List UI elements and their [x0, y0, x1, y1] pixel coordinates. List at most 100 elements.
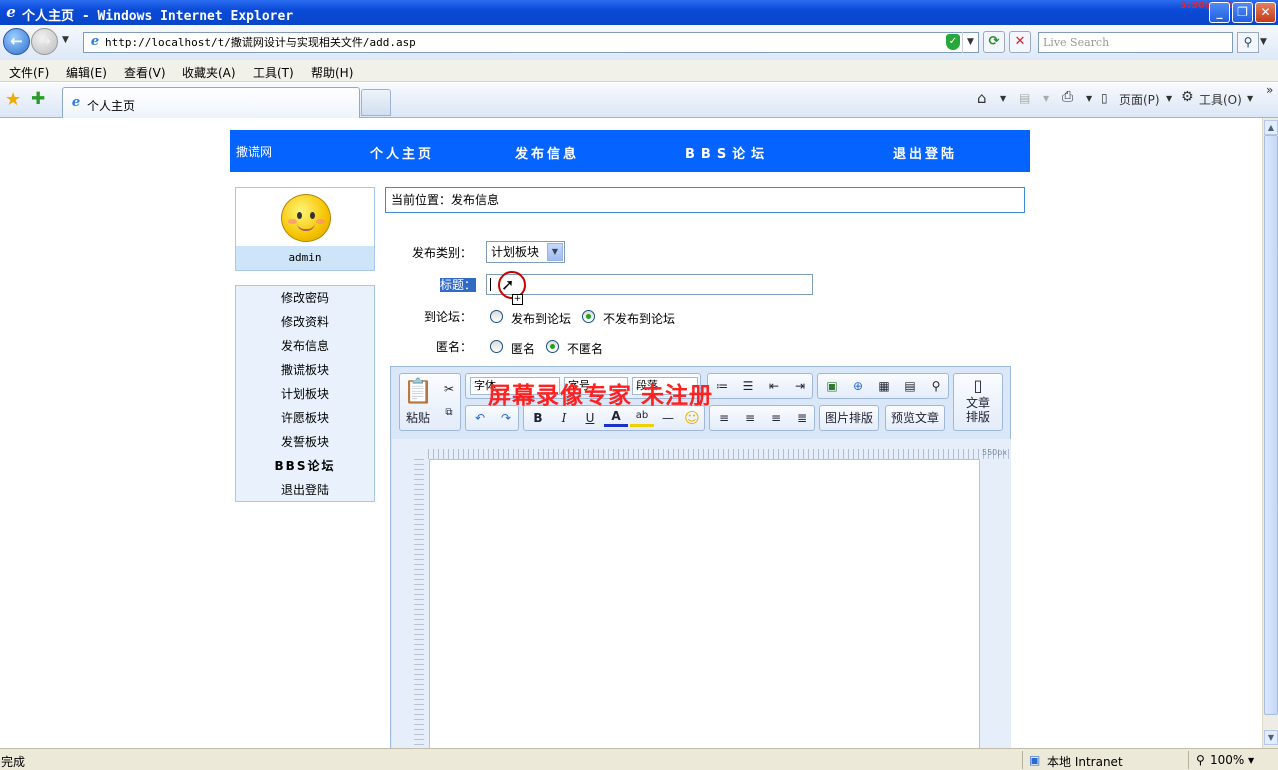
menu-help[interactable]: 帮助(H) — [311, 64, 353, 81]
menu-edit[interactable]: 编辑(E) — [66, 64, 107, 81]
insert-table-icon[interactable]: ▦ — [872, 376, 896, 396]
radio-no-publish-forum[interactable] — [582, 310, 595, 323]
scroll-down-icon[interactable]: ▼ — [1264, 730, 1278, 745]
align-right-icon[interactable]: ≡ — [764, 408, 788, 428]
maximize-button[interactable]: ❐ — [1232, 2, 1253, 23]
horizontal-rule-icon[interactable]: — — [656, 408, 680, 428]
address-toolbar: ← → ▼ e http://localhost/t/撒谎网设计与实现相关文件/… — [0, 25, 1278, 60]
chevron-down-icon: ▼ — [547, 243, 563, 261]
align-left-icon[interactable]: ≡ — [712, 408, 736, 428]
feeds-dropdown[interactable]: ▼ — [1043, 94, 1049, 103]
scroll-thumb[interactable] — [1264, 135, 1278, 715]
paste-button[interactable]: 粘贴 — [403, 408, 433, 428]
refresh-button[interactable]: ⟳ — [983, 31, 1005, 53]
menu-view[interactable]: 查看(V) — [124, 64, 166, 81]
tools-menu-dropdown[interactable]: ▼ — [1247, 94, 1253, 103]
sidebar-item-edit-profile[interactable]: 修改资料 — [236, 313, 374, 330]
zoom-level[interactable]: 100% — [1210, 753, 1244, 767]
address-dropdown[interactable]: ▼ — [962, 32, 978, 53]
page-menu[interactable]: 页面(P) — [1119, 91, 1160, 108]
feeds-icon[interactable]: ▤ — [1019, 91, 1030, 105]
highlight-button[interactable]: ab — [630, 408, 654, 427]
sidebar-item-publish[interactable]: 发布信息 — [236, 337, 374, 354]
sidebar-item-bbs[interactable]: BBS论坛 — [236, 457, 374, 474]
home-dropdown[interactable]: ▼ — [1000, 94, 1006, 103]
sidebar-item-lie-board[interactable]: 撒谎板块 — [236, 361, 374, 378]
menu-file[interactable]: 文件(F) — [9, 64, 49, 81]
tools-menu[interactable]: 工具(O) — [1199, 91, 1242, 108]
sidebar-item-logout[interactable]: 退出登陆 — [236, 481, 374, 498]
forum-label: 到论坛： — [423, 310, 472, 324]
search-icon[interactable]: ⚲ — [1237, 32, 1259, 53]
menu-tools[interactable]: 工具(T) — [253, 64, 294, 81]
sidebar-item-plan-board[interactable]: 计划板块 — [236, 385, 374, 402]
underline-button[interactable]: U — [578, 408, 602, 428]
print-icon[interactable]: ⎙ — [1062, 89, 1073, 105]
undo-icon[interactable]: ↶ — [468, 408, 492, 428]
copy-icon[interactable]: ⧉ — [440, 403, 458, 423]
preview-button[interactable]: 预览文章 — [886, 408, 944, 428]
page-menu-icon: ▯ — [1101, 91, 1108, 105]
security-shield-icon[interactable]: ✓ — [946, 34, 960, 50]
zoom-dropdown[interactable]: ▼ — [1248, 756, 1254, 765]
close-button[interactable]: ✕ — [1255, 2, 1276, 23]
category-select[interactable]: 计划板块 ▼ — [486, 241, 565, 263]
image-layout-button[interactable]: 图片排版 — [820, 408, 878, 428]
editor-content-area[interactable] — [429, 459, 980, 748]
font-color-button[interactable]: A — [604, 408, 628, 427]
unordered-list-icon[interactable]: ☰ — [736, 376, 760, 396]
italic-button[interactable]: I — [552, 408, 576, 428]
cut-icon[interactable]: ✂ — [440, 379, 458, 399]
nav-bbs[interactable]: BBS论坛 — [685, 143, 770, 162]
emoticon-icon[interactable]: ☺ — [680, 408, 704, 428]
title-input[interactable] — [486, 274, 813, 295]
print-dropdown[interactable]: ▼ — [1086, 94, 1092, 103]
tab-personal-home[interactable]: e 个人主页 — [62, 87, 360, 118]
outdent-icon[interactable]: ⇤ — [762, 376, 786, 396]
bold-button[interactable]: B — [526, 408, 550, 428]
nav-publish[interactable]: 发布信息 — [515, 143, 579, 162]
favorites-star-icon[interactable]: ★ — [5, 89, 21, 110]
page-menu-dropdown[interactable]: ▼ — [1166, 94, 1172, 103]
sidebar-item-wish-board[interactable]: 许愿板块 — [236, 409, 374, 426]
ordered-list-icon[interactable]: ≔ — [710, 376, 734, 396]
paste-icon[interactable]: 📋 — [403, 377, 433, 405]
home-icon[interactable]: ⌂ — [977, 89, 987, 107]
radio-anonymous[interactable] — [490, 340, 503, 353]
avatar — [281, 194, 331, 242]
site-brand[interactable]: 撒谎网 — [236, 143, 272, 160]
forward-button[interactable]: → — [31, 28, 58, 55]
align-center-icon[interactable]: ≡ — [738, 408, 762, 428]
redo-icon[interactable]: ↷ — [494, 408, 518, 428]
vertical-scrollbar[interactable]: ▲ ▼ — [1262, 118, 1278, 748]
minimize-button[interactable]: _ — [1209, 2, 1230, 23]
radio-not-anonymous[interactable] — [546, 340, 559, 353]
stop-button[interactable]: ✕ — [1009, 31, 1031, 53]
back-button[interactable]: ← — [3, 28, 30, 55]
new-tab-button[interactable] — [361, 89, 391, 116]
scroll-up-icon[interactable]: ▲ — [1264, 120, 1278, 135]
site-nav: 撒谎网 个人主页 发布信息 BBS论坛 退出登陆 — [230, 130, 1030, 172]
address-input[interactable]: e http://localhost/t/撒谎网设计与实现相关文件/add.as… — [83, 32, 979, 53]
insert-link-icon[interactable]: ⊕ — [846, 376, 870, 396]
insert-media-icon[interactable]: ▤ — [898, 376, 922, 396]
search-input[interactable]: Live Search — [1038, 32, 1233, 53]
nav-personal-home[interactable]: 个人主页 — [370, 143, 434, 162]
find-replace-icon[interactable]: ⚲ — [924, 376, 948, 396]
align-justify-icon[interactable]: ≣ — [790, 408, 814, 428]
nav-logout[interactable]: 退出登陆 — [893, 143, 957, 162]
sidebar-item-oath-board[interactable]: 发誓板块 — [236, 433, 374, 450]
radio-publish-forum[interactable] — [490, 310, 503, 323]
mouse-pointer-icon: ➚ — [501, 275, 515, 294]
indent-icon[interactable]: ⇥ — [788, 376, 812, 396]
image-layout-button-wrap: 图片排版 — [819, 405, 879, 431]
article-layout-group[interactable]: ▯ 文章 排版 — [953, 373, 1003, 431]
insert-image-icon[interactable]: ▣ — [820, 376, 844, 396]
search-options-dropdown[interactable]: ▼ — [1260, 32, 1273, 53]
more-chevron-icon[interactable]: » — [1266, 83, 1273, 97]
menu-favorites[interactable]: 收藏夹(A) — [182, 64, 236, 81]
sidebar-item-change-password[interactable]: 修改密码 — [236, 289, 374, 306]
add-favorite-icon[interactable]: ✚ — [31, 89, 45, 109]
recent-pages-dropdown[interactable]: ▼ — [62, 35, 69, 45]
side-menu: 修改密码 修改资料 发布信息 撒谎板块 计划板块 许愿板块 发誓板块 BBS论坛… — [235, 285, 375, 502]
